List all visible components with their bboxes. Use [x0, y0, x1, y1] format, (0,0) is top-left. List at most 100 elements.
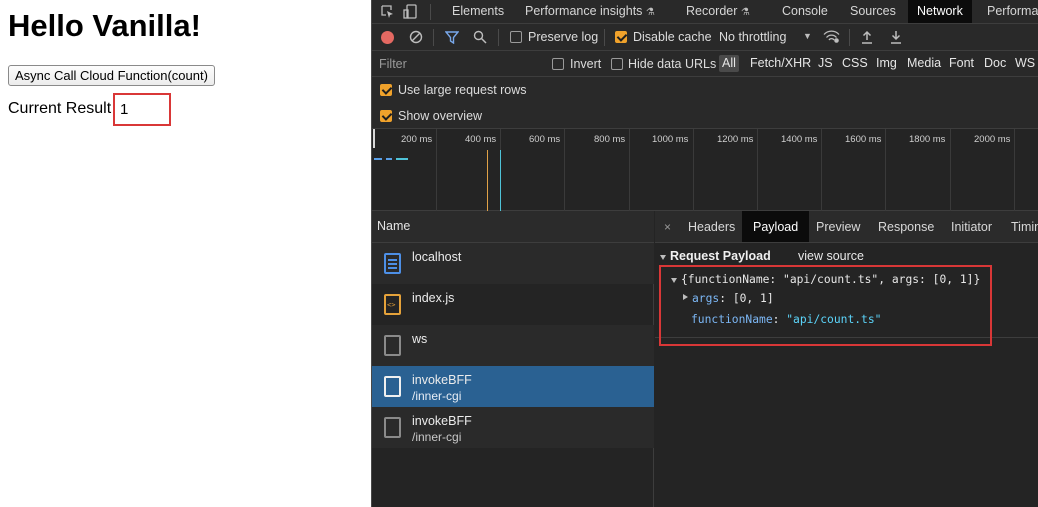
file-icon	[384, 417, 401, 438]
tab-timing[interactable]: Timin	[1011, 211, 1038, 242]
close-icon[interactable]: ×	[664, 211, 671, 243]
hide-data-urls-label: Hide data URLs	[628, 57, 717, 71]
show-overview-checkbox[interactable]	[380, 110, 392, 122]
export-har-icon[interactable]	[890, 30, 902, 47]
inspect-element-icon[interactable]	[381, 5, 394, 18]
overview-request-bar	[374, 158, 382, 160]
web-page: Hello Vanilla! Async Call Cloud Function…	[0, 0, 371, 507]
filter-type-doc[interactable]: Doc	[984, 56, 1006, 70]
tab-sources[interactable]: Sources	[850, 0, 896, 23]
search-icon[interactable]	[473, 30, 487, 47]
tab-recorder[interactable]: Recorder ⚗	[686, 0, 750, 23]
request-detail-pane: × Headers Payload Preview Response Initi…	[655, 211, 1038, 507]
overview-request-bar	[396, 158, 408, 160]
filter-type-media[interactable]: Media	[907, 56, 941, 70]
tab-performance[interactable]: Performan	[987, 0, 1038, 23]
current-result-field[interactable]: 1	[113, 93, 171, 126]
request-name: ws	[412, 332, 428, 346]
invert-label: Invert	[570, 57, 602, 71]
filter-type-ws[interactable]: WS	[1015, 56, 1035, 70]
expand-triangle-icon[interactable]	[660, 255, 666, 260]
request-name: index.js	[412, 291, 455, 305]
tab-preview[interactable]: Preview	[816, 211, 860, 242]
filter-type-img[interactable]: Img	[876, 56, 897, 70]
flask-icon: ⚗	[740, 7, 750, 18]
document-icon	[384, 253, 401, 274]
page-heading: Hello Vanilla!	[8, 8, 201, 43]
chevron-down-icon: ▼	[803, 31, 812, 41]
large-rows-option: Use large request rows	[372, 77, 1038, 103]
disable-cache-checkbox[interactable]	[615, 31, 627, 43]
name-column-header[interactable]: Name	[372, 211, 654, 243]
record-icon[interactable]	[381, 31, 394, 44]
detail-tabbar: × Headers Payload Preview Response Initi…	[655, 211, 1038, 243]
tab-network[interactable]: Network	[908, 0, 972, 23]
invert-checkbox[interactable]	[552, 58, 564, 70]
filter-type-font[interactable]: Font	[949, 56, 974, 70]
tab-payload[interactable]: Payload	[742, 211, 810, 242]
hide-data-urls-checkbox[interactable]	[611, 58, 623, 70]
tab-elements[interactable]: Elements	[452, 0, 504, 23]
filter-type-all[interactable]: All	[719, 55, 739, 72]
tab-response[interactable]: Response	[878, 211, 934, 242]
disable-cache-label: Disable cache	[633, 30, 712, 44]
filter-type-fetch-xhr[interactable]: Fetch/XHR	[750, 56, 811, 70]
preserve-log-checkbox[interactable]	[510, 31, 522, 43]
overview-tick-label: 1600 ms	[845, 134, 882, 145]
request-row-invokebff-selected[interactable]: invokeBFF /inner-cgi	[372, 366, 654, 407]
filter-icon[interactable]	[444, 31, 460, 47]
request-list: Name localhost <> index.js ws invokeBFF …	[372, 211, 654, 507]
overview-tick-label: 1400 ms	[781, 134, 818, 145]
device-toolbar-icon[interactable]	[403, 4, 417, 19]
overview-request-bar	[386, 158, 392, 160]
overview-start-marker	[373, 129, 375, 148]
request-payload-title[interactable]: Request Payload	[670, 249, 771, 263]
overview-tick-label: 1000 ms	[652, 134, 689, 145]
network-overview[interactable]: 200 ms 400 ms 600 ms 800 ms 1000 ms 1200…	[372, 129, 1038, 211]
current-result-label: Current Result	[8, 100, 112, 117]
overview-tick-label: 600 ms	[529, 134, 561, 145]
devtools-tabbar: Elements Performance insights ⚗ Recorder…	[372, 0, 1038, 24]
preserve-log-label: Preserve log	[528, 30, 599, 44]
request-name: localhost	[412, 250, 462, 264]
large-rows-checkbox[interactable]	[380, 84, 392, 96]
filter-input[interactable]: Filter	[379, 57, 539, 71]
overview-tick-label: 200 ms	[401, 134, 433, 145]
request-name: invokeBFF	[412, 414, 472, 428]
filter-type-js[interactable]: JS	[818, 56, 833, 70]
tab-initiator[interactable]: Initiator	[951, 211, 992, 242]
show-overview-label: Show overview	[398, 109, 483, 123]
network-toolbar: Preserve log Disable cache No throttling…	[372, 24, 1038, 51]
request-path: /inner-cgi	[412, 389, 462, 403]
request-row-invokebff[interactable]: invokeBFF /inner-cgi	[372, 407, 654, 448]
request-path: /inner-cgi	[412, 430, 462, 444]
tab-console[interactable]: Console	[782, 0, 828, 23]
request-row-localhost[interactable]: localhost	[372, 243, 654, 284]
devtools-panel: Elements Performance insights ⚗ Recorder…	[371, 0, 1038, 507]
tab-headers[interactable]: Headers	[688, 211, 735, 242]
overview-tick-label: 800 ms	[594, 134, 626, 145]
request-row-ws[interactable]: ws	[372, 325, 654, 366]
tab-recorder-label: Recorder	[686, 4, 738, 18]
tab-performance-insights-label: Performance insights	[525, 4, 643, 18]
async-call-button[interactable]: Async Call Cloud Function(count)	[8, 65, 215, 86]
clear-icon[interactable]	[409, 30, 423, 47]
throttling-select[interactable]: No throttling	[719, 30, 786, 44]
file-icon	[384, 335, 401, 356]
tab-performance-insights[interactable]: Performance insights ⚗	[525, 0, 655, 23]
import-har-icon[interactable]	[861, 30, 873, 47]
show-overview-option: Show overview	[372, 103, 1038, 129]
overview-load-line	[500, 150, 501, 211]
file-icon	[384, 376, 401, 397]
view-source-link[interactable]: view source	[798, 249, 864, 263]
network-conditions-icon[interactable]	[823, 29, 840, 47]
filter-type-css[interactable]: CSS	[842, 56, 868, 70]
overview-domcontentloaded-line	[487, 150, 488, 211]
overview-tick-label: 1800 ms	[909, 134, 946, 145]
request-name: invokeBFF	[412, 373, 472, 387]
flask-icon: ⚗	[645, 7, 655, 18]
request-row-index-js[interactable]: <> index.js	[372, 284, 654, 325]
overview-tick-label: 1200 ms	[717, 134, 754, 145]
overview-tick-label: 2000 ms	[974, 134, 1011, 145]
large-rows-label: Use large request rows	[398, 83, 527, 97]
